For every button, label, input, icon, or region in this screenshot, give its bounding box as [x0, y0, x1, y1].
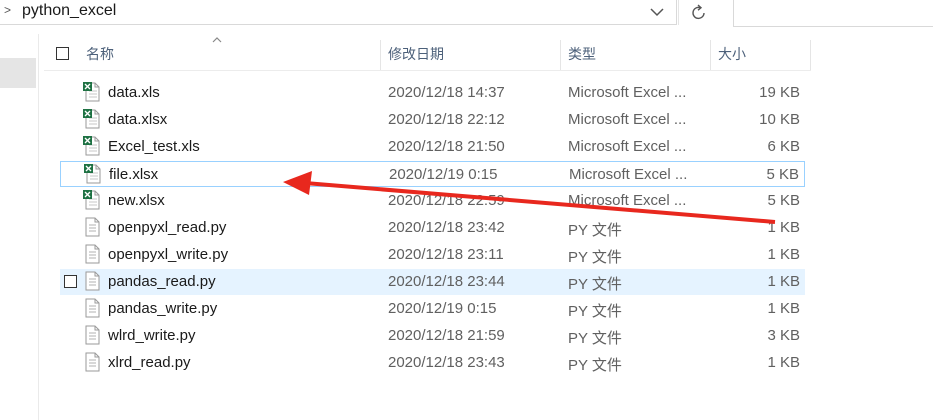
file-type: PY 文件 [568, 222, 622, 239]
address-path[interactable]: python_excel [22, 2, 116, 20]
py-file-icon [85, 352, 100, 372]
breadcrumb-chevron-icon[interactable]: > [4, 3, 11, 17]
search-input[interactable] [733, 0, 933, 27]
address-bar[interactable]: > python_excel [0, 0, 677, 25]
excel-file-icon [83, 109, 100, 129]
py-file-icon [85, 217, 100, 237]
file-row[interactable]: pandas_write.py 2020/12/19 0:15 PY 文件 1 KB [60, 296, 805, 322]
select-all-checkbox[interactable] [56, 47, 69, 60]
file-type: PY 文件 [568, 303, 622, 320]
column-divider[interactable] [810, 40, 811, 70]
excel-file-icon [83, 190, 100, 210]
file-size: 5 KB [767, 192, 800, 209]
file-size: 1 KB [767, 300, 800, 317]
file-type: PY 文件 [568, 249, 622, 266]
refresh-icon [692, 4, 705, 20]
file-modified-date: 2020/12/18 21:50 [388, 138, 505, 155]
file-size: 6 KB [767, 138, 800, 155]
file-name: file.xlsx [109, 166, 159, 183]
file-type: Microsoft Excel ... [568, 111, 687, 128]
file-size: 5 KB [766, 166, 799, 183]
file-row[interactable]: openpyxl_read.py 2020/12/18 23:42 PY 文件 1 K… [60, 215, 805, 241]
file-type: PY 文件 [568, 330, 622, 347]
navigation-pane [0, 34, 39, 420]
py-file-icon [85, 244, 100, 264]
file-name: data.xlsx [108, 111, 168, 128]
column-size-header[interactable]: 大小 [718, 38, 746, 70]
file-type: Microsoft Excel ... [568, 138, 687, 155]
file-size: 1 KB [767, 354, 800, 371]
file-modified-date: 2020/12/18 23:44 [388, 273, 505, 290]
file-name: xlrd_read.py [108, 354, 191, 371]
column-header: 名称 修改日期 类型 大小 [44, 37, 811, 71]
file-size: 10 KB [759, 111, 800, 128]
file-row[interactable]: new.xlsx 2020/12/18 22:59 Microsoft Excel … [60, 188, 805, 214]
file-size: 19 KB [759, 84, 800, 101]
column-date-header[interactable]: 修改日期 [388, 38, 444, 70]
file-modified-date: 2020/12/18 23:43 [388, 354, 505, 371]
file-size: 1 KB [767, 246, 800, 263]
file-row[interactable]: data.xls 2020/12/18 14:37 Microsoft Excel … [60, 80, 805, 106]
column-divider[interactable] [560, 40, 561, 70]
file-type: PY 文件 [568, 276, 622, 293]
py-file-icon [85, 325, 100, 345]
excel-file-icon [83, 82, 100, 102]
file-name: Excel_test.xls [108, 138, 200, 155]
file-row[interactable]: wlrd_write.py 2020/12/18 21:59 PY 文件 3 KB [60, 323, 805, 349]
file-modified-date: 2020/12/18 14:37 [388, 84, 505, 101]
file-modified-date: 2020/12/18 21:59 [388, 327, 505, 344]
file-name: data.xls [108, 84, 160, 101]
file-name: new.xlsx [108, 192, 165, 209]
file-modified-date: 2020/12/19 0:15 [389, 166, 498, 183]
file-name: openpyxl_write.py [108, 246, 229, 263]
column-name-header[interactable]: 名称 [86, 38, 114, 70]
file-name: pandas_write.py [108, 300, 218, 317]
file-modified-date: 2020/12/18 22:59 [388, 192, 505, 209]
file-name: pandas_read.py [108, 273, 216, 290]
py-file-icon [85, 298, 100, 318]
file-row[interactable]: Excel_test.xls 2020/12/18 21:50 Microsoft … [60, 134, 805, 160]
row-checkbox[interactable] [64, 275, 77, 288]
nav-selected-item[interactable] [0, 58, 36, 88]
top-bar: > python_excel [0, 0, 933, 34]
file-size: 1 KB [767, 273, 800, 290]
refresh-button[interactable] [678, 0, 719, 25]
file-type: Microsoft Excel ... [569, 166, 688, 183]
column-divider[interactable] [710, 40, 711, 70]
file-modified-date: 2020/12/18 23:42 [388, 219, 505, 236]
file-name: wlrd_write.py [108, 327, 196, 344]
file-type: PY 文件 [568, 357, 622, 374]
column-divider[interactable] [380, 40, 381, 70]
file-modified-date: 2020/12/18 23:11 [388, 246, 504, 263]
file-row[interactable]: xlrd_read.py 2020/12/18 23:43 PY 文件 1 KB [60, 350, 805, 376]
file-type: Microsoft Excel ... [568, 84, 687, 101]
sort-ascending-icon [212, 37, 222, 43]
file-size: 3 KB [767, 327, 800, 344]
chevron-down-icon [650, 8, 664, 17]
excel-file-icon [84, 164, 101, 184]
file-row[interactable]: file.xlsx 2020/12/19 0:15 Microsoft Excel … [60, 161, 805, 187]
file-name: openpyxl_read.py [108, 219, 227, 236]
file-modified-date: 2020/12/18 22:12 [388, 111, 505, 128]
file-size: 1 KB [767, 219, 800, 236]
excel-file-icon [83, 136, 100, 156]
file-row[interactable]: data.xlsx 2020/12/18 22:12 Microsoft Excel… [60, 107, 805, 133]
file-modified-date: 2020/12/19 0:15 [388, 300, 497, 317]
address-dropdown-button[interactable] [640, 0, 676, 24]
file-type: Microsoft Excel ... [568, 192, 687, 209]
file-row[interactable]: openpyxl_write.py 2020/12/18 23:11 PY 文件 1 … [60, 242, 805, 268]
py-file-icon [85, 271, 100, 291]
file-row[interactable]: pandas_read.py 2020/12/18 23:44 PY 文件 1 KB [60, 269, 805, 295]
column-type-header[interactable]: 类型 [568, 38, 596, 70]
